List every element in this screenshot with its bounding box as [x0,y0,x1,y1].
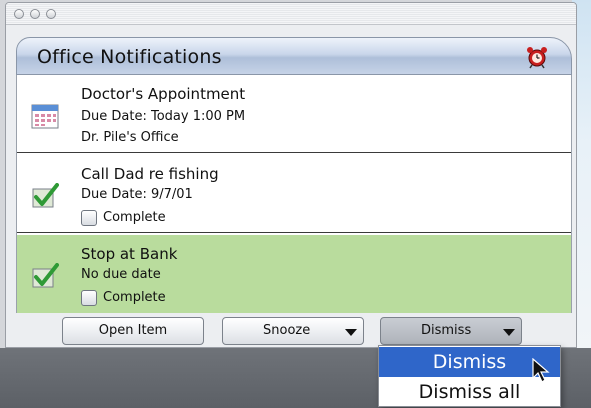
checkmark-icon [32,263,59,288]
notification-location: Dr. Pile's Office [81,130,179,145]
snooze-button[interactable]: Snooze [222,317,364,345]
notification-item[interactable]: Call Dad re fishing Due Date: 9/7/01 Com… [17,155,571,233]
window-titlebar[interactable] [6,3,576,25]
notification-item-selected[interactable]: Stop at Bank No due date Complete [17,235,571,313]
notification-item[interactable]: Doctor's Appointment Due Date: Today 1:0… [17,75,571,153]
header-bar: Office Notifications [16,37,572,75]
notification-title: Doctor's Appointment [81,85,246,103]
dropdown-arrow-icon [345,329,357,336]
notification-due-date: No due date [81,267,161,282]
notification-due-date: Due Date: 9/7/01 [81,187,193,202]
notification-due-date: Due Date: Today 1:00 PM [81,109,246,124]
dismiss-button-label: Dismiss [421,323,472,338]
notification-title: Call Dad re fishing [81,165,219,183]
dropdown-arrow-icon [503,329,515,336]
window-title: Office Notifications [37,46,222,68]
open-item-button[interactable]: Open Item [62,317,204,345]
complete-checkbox-label[interactable]: Complete [103,210,166,225]
complete-checkbox[interactable] [81,290,97,306]
zoom-window-button[interactable] [46,9,56,19]
calendar-icon [31,104,59,129]
notification-list: Doctor's Appointment Due Date: Today 1:0… [16,75,572,313]
notifications-window: Office Notifications Doctor's Appointmen… [5,2,577,348]
checkmark-icon [32,183,59,208]
snooze-button-label: Snooze [263,323,311,338]
minimize-window-button[interactable] [30,9,40,19]
dismiss-button[interactable]: Dismiss [380,317,522,345]
notification-title: Stop at Bank [81,245,178,263]
mouse-cursor-icon [532,358,550,383]
alarm-clock-icon [527,47,547,69]
close-window-button[interactable] [14,9,24,19]
complete-checkbox-label[interactable]: Complete [103,290,166,305]
complete-checkbox[interactable] [81,210,97,226]
